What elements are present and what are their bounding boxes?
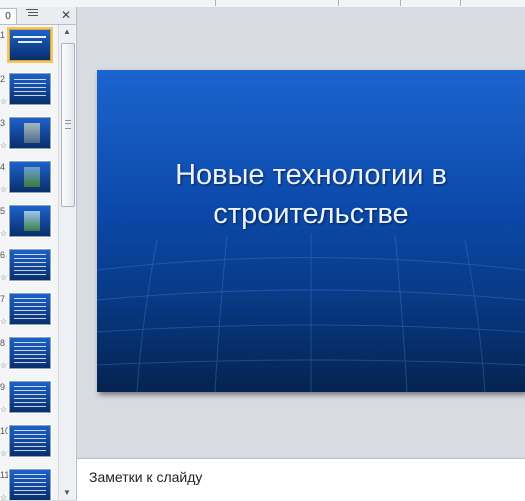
slide-thumbnail-list: 1 2 ☆ 3 ☆ 4 ☆ 5 ☆ 6 ☆ 7 ☆ 8 ☆ 9 ☆ 10 ☆ 1… [0,25,57,500]
scroll-down-button[interactable]: ▼ [59,486,75,500]
transition-star-icon: ☆ [0,141,8,150]
slide-thumbnail-4[interactable] [9,161,51,193]
scrollbar-thumb[interactable] [61,43,75,207]
thumbnails-scrollbar[interactable]: ▲ ▼ [58,25,75,500]
slides-pane: 0 ✕ 1 2 ☆ 3 ☆ 4 ☆ 5 ☆ 6 ☆ 7 ☆ 8 ☆ 9 ☆ 10… [0,7,77,500]
close-pane-button[interactable]: ✕ [59,8,73,23]
slide-thumbnail-5[interactable] [9,205,51,237]
slide-editing-area[interactable]: Новые технологии в строительстве [77,7,525,457]
slide-number: 11 [0,470,10,480]
transition-star-icon: ☆ [0,493,8,500]
ruler-tick [460,0,461,6]
pane-tabs: 0 ✕ [0,7,76,25]
arrow-up-icon: ▲ [63,27,71,36]
slide-thumbnail-2[interactable] [9,73,51,105]
slide-thumbnail-8[interactable] [9,337,51,369]
slide-number: 1 [0,30,6,40]
slide-number: 9 [0,382,6,392]
slide-number: 2 [0,74,6,84]
slide-thumbnail-row[interactable]: 7 ☆ [0,293,57,333]
slide-thumbnail-6[interactable] [9,249,51,281]
slide-thumbnail-row[interactable]: 4 ☆ [0,161,57,201]
transition-star-icon: ☆ [0,273,8,282]
notes-pane[interactable]: Заметки к слайду [77,458,525,501]
ruler-tick [400,0,401,6]
slide-thumbnail-row[interactable]: 8 ☆ [0,337,57,377]
slide-thumbnail-7[interactable] [9,293,51,325]
slide-thumbnail-3[interactable] [9,117,51,149]
slide-thumbnail-row[interactable]: 5 ☆ [0,205,57,245]
outline-lines-icon [26,9,38,16]
slide-thumbnail-row[interactable]: 10 ☆ [0,425,57,465]
slide-thumbnail-row[interactable]: 3 ☆ [0,117,57,157]
notes-placeholder[interactable]: Заметки к слайду [89,469,202,485]
current-slide[interactable]: Новые технологии в строительстве [97,70,525,392]
ruler-tick [338,0,339,6]
transition-star-icon: ☆ [0,97,8,106]
slide-thumbnail-1[interactable] [9,29,51,61]
slide-number: 4 [0,162,6,172]
tab-outline[interactable] [21,8,43,23]
slide-thumbnail-11[interactable] [9,469,51,500]
slide-thumbnail-row[interactable]: 11 ☆ [0,469,57,500]
slide-thumbnail-row[interactable]: 2 ☆ [0,73,57,113]
transition-star-icon: ☆ [0,317,8,326]
ruler-tick [215,0,216,6]
grip-icon [65,120,71,129]
close-icon: ✕ [60,8,72,22]
scroll-up-button[interactable]: ▲ [59,25,75,39]
slide-title-line-1: Новые технологии в [175,159,447,191]
slide-title[interactable]: Новые технологии в строительстве [137,156,485,234]
transition-star-icon: ☆ [0,361,8,370]
transition-star-icon: ☆ [0,185,8,194]
slide-thumbnail-row[interactable]: 9 ☆ [0,381,57,421]
slide-thumbnail-10[interactable] [9,425,51,457]
tab-slides[interactable]: 0 [0,8,17,24]
slide-number: 3 [0,118,6,128]
transition-star-icon: ☆ [0,449,8,458]
slide-number: 8 [0,338,6,348]
slide-thumbnail-row[interactable]: 1 [0,29,57,69]
transition-star-icon: ☆ [0,229,8,238]
slide-title-line-2: строительстве [213,198,409,230]
transition-star-icon: ☆ [0,405,8,414]
slide-number: 5 [0,206,6,216]
arrow-down-icon: ▼ [63,488,71,497]
slide-thumbnail-9[interactable] [9,381,51,413]
slide-number: 7 [0,294,6,304]
slide-number: 6 [0,250,6,260]
slide-thumbnail-row[interactable]: 6 ☆ [0,249,57,289]
